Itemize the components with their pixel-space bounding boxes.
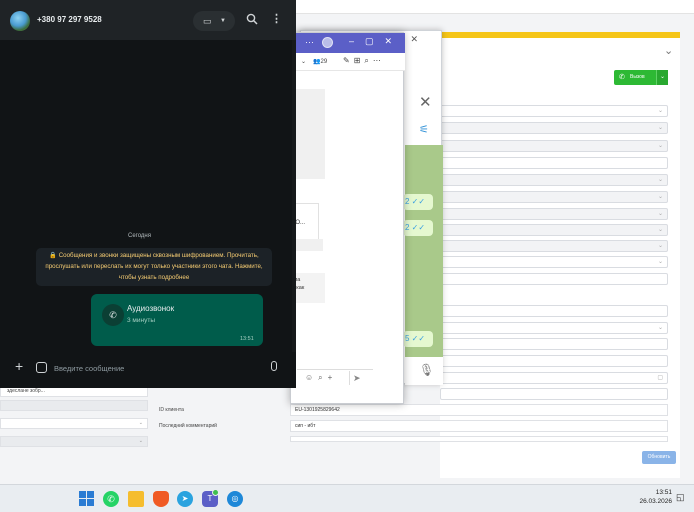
- crm-left-row[interactable]: [0, 400, 148, 411]
- scrollbar[interactable]: [292, 40, 296, 352]
- crm-field[interactable]: ⌄: [440, 140, 668, 152]
- sticker-icon[interactable]: [36, 362, 47, 373]
- close-icon[interactable]: ✕: [419, 93, 432, 111]
- crm-call-dropdown[interactable]: ⌄: [656, 70, 668, 85]
- chevron-down-icon: ⌄: [657, 194, 663, 200]
- notification-icon[interactable]: ◱: [676, 492, 685, 503]
- chevron-down-icon: ⌄: [138, 420, 143, 426]
- message-time: 13:51: [240, 336, 254, 342]
- crm-field[interactable]: [440, 273, 668, 285]
- telegram-icon[interactable]: ➤: [177, 491, 193, 507]
- toolbar-icons[interactable]: ✎⊞⌕⋯: [343, 56, 385, 66]
- date-chip: Сегодня: [128, 233, 151, 239]
- telegram-message-bubble: 5 ✓✓: [403, 331, 433, 347]
- crm-field[interactable]: ⌄: [440, 240, 668, 252]
- chevron-down-icon: ⌄: [657, 259, 663, 265]
- crm-left-row[interactable]: ⌄: [0, 418, 148, 429]
- status-badge: [212, 489, 219, 496]
- globe-browser-icon[interactable]: ◎: [227, 491, 243, 507]
- crm-field[interactable]: [440, 388, 668, 400]
- last-comment-field[interactable]: сип - ибт: [290, 420, 668, 432]
- crm-collapse-icon[interactable]: ⌄: [664, 44, 673, 57]
- filter-icon[interactable]: ⚟: [419, 123, 429, 136]
- call-title: Аудиозвонок: [127, 304, 175, 313]
- telegram-message-bubble: 2 ✓✓: [403, 194, 433, 210]
- more-vertical-icon[interactable]: ⋮: [271, 12, 282, 25]
- microphone-icon[interactable]: [271, 361, 277, 371]
- calendar-icon: ▢: [657, 375, 663, 381]
- clock-time[interactable]: 13:51: [648, 489, 672, 496]
- client-id-field[interactable]: EU-1301925829642: [290, 404, 668, 416]
- crm-field[interactable]: ⌄: [440, 208, 668, 220]
- chevron-down-icon: ▼: [220, 18, 226, 24]
- chevron-down-icon: ⌄: [657, 143, 663, 149]
- crm-field[interactable]: [440, 338, 668, 350]
- send-icon[interactable]: ➤: [353, 373, 361, 384]
- teams-title-bar: ··· –▢✕: [291, 33, 405, 53]
- chevron-down-icon: ⌄: [138, 438, 143, 444]
- crm-field[interactable]: [290, 436, 668, 442]
- teams-chat-block: [291, 89, 325, 179]
- windows-start-icon[interactable]: [79, 491, 95, 507]
- brave-browser-icon[interactable]: [153, 491, 169, 507]
- crm-field[interactable]: [440, 157, 668, 169]
- chevron-down-icon: ⌄: [657, 211, 663, 217]
- chevron-down-icon[interactable]: ⌄: [301, 58, 306, 65]
- last-comment-label: Последний комментарий: [159, 423, 217, 429]
- crm-field[interactable]: ⌄: [440, 191, 668, 203]
- video-camera-icon: ▭: [203, 16, 212, 26]
- chevron-down-icon: ⌄: [657, 108, 663, 114]
- file-explorer-icon[interactable]: [128, 491, 144, 507]
- window-controls[interactable]: –▢✕: [349, 36, 403, 47]
- teams-toolbar: ⌄ 👥29 ✎⊞⌕⋯: [291, 53, 405, 71]
- chevron-down-icon: ⌄: [657, 325, 663, 331]
- crm-field[interactable]: ⌄: [440, 256, 668, 268]
- crm-left-row[interactable]: ⌄: [0, 436, 148, 447]
- participants-count-value: 29: [320, 59, 328, 65]
- phone-icon: ✆: [619, 74, 625, 81]
- clock-date[interactable]: 26.03.2026: [638, 498, 672, 505]
- encryption-notice[interactable]: 🔒 Сообщения и звонки защищены сквозным ш…: [36, 248, 272, 286]
- more-horizontal-icon[interactable]: ···: [305, 37, 314, 47]
- teams-window: ··· –▢✕ ⌄ 👥29 ✎⊞⌕⋯ CO... ила у, как ☺⌕+ …: [290, 32, 405, 404]
- crm-field[interactable]: [440, 305, 668, 317]
- crm-field[interactable]: [440, 355, 668, 367]
- divider: [349, 371, 350, 385]
- whatsapp-icon[interactable]: ✆: [103, 491, 119, 507]
- call-message-bubble[interactable]: ✆ Аудиозвонок 3 минуты 13:51: [91, 294, 263, 346]
- chevron-down-icon: ⌄: [657, 227, 663, 233]
- crm-field[interactable]: ⌄: [440, 174, 668, 186]
- call-duration: 3 минуты: [127, 317, 156, 324]
- client-id-label: ID клиента: [159, 407, 184, 413]
- participants-count[interactable]: 👥29: [313, 58, 327, 65]
- avatar[interactable]: [10, 11, 30, 31]
- crm-call-button-label: Вызов: [630, 74, 645, 80]
- crm-field[interactable]: ⌄: [440, 224, 668, 236]
- telegram-message-bubble: 2 ✓✓: [403, 220, 433, 236]
- microphone-icon[interactable]: 🎙: [419, 363, 434, 377]
- chevron-down-icon: ⌄: [657, 177, 663, 183]
- contact-phone[interactable]: +380 97 297 9528: [37, 15, 102, 24]
- search-icon[interactable]: [246, 13, 258, 25]
- chevron-down-icon: ⌄: [657, 125, 663, 131]
- teams-compose-icons[interactable]: ☺⌕+: [297, 369, 373, 387]
- telegram-chat-area: [405, 145, 443, 357]
- chevron-down-icon: ⌄: [657, 243, 663, 249]
- message-input[interactable]: Введите сообщение: [54, 364, 124, 373]
- avatar[interactable]: [322, 37, 333, 48]
- crm-field[interactable]: ▢: [440, 372, 668, 384]
- incoming-call-icon: ✆: [102, 304, 124, 326]
- update-button[interactable]: Обновить: [642, 451, 676, 464]
- crm-left-row-text: здеслане зобр...: [7, 388, 45, 394]
- teams-message: ила у, как: [291, 273, 325, 303]
- crm-left-list: здеслане зобр... ⌄ ⌄: [0, 386, 150, 466]
- plus-icon[interactable]: +: [15, 358, 23, 374]
- crm-field[interactable]: ⌄: [440, 122, 668, 134]
- crm-field[interactable]: ⌄: [440, 322, 668, 334]
- chat-header: +380 97 297 9528 ▭ ▼ ⋮: [0, 0, 296, 40]
- crm-field[interactable]: ⌄: [440, 105, 668, 117]
- whatsapp-window: +380 97 297 9528 ▭ ▼ ⋮ Сегодня 🔒 Сообщен…: [0, 0, 296, 388]
- video-call-button[interactable]: ▭ ▼: [193, 11, 235, 31]
